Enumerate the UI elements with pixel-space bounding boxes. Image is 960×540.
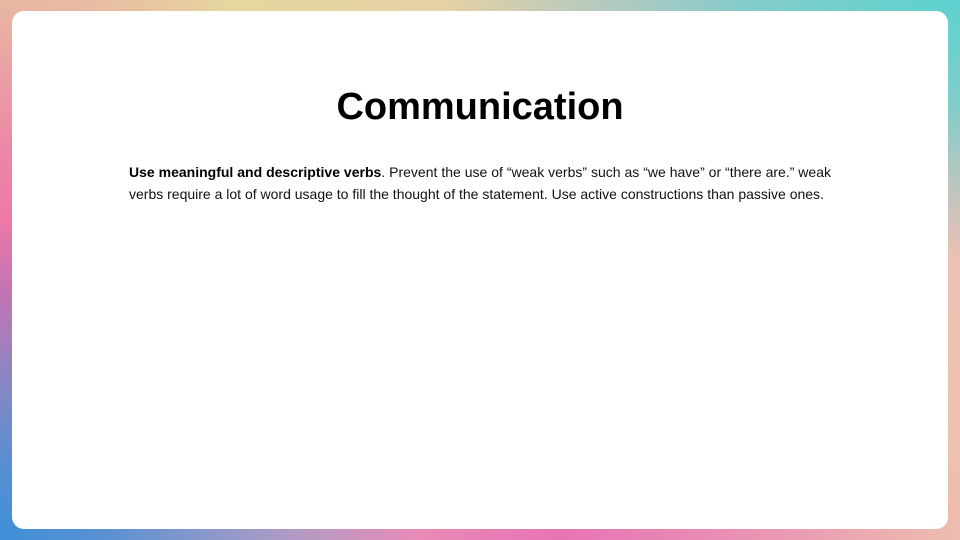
paragraph-lead: Use meaningful and descriptive verbs xyxy=(129,164,382,180)
slide-card: Communication Use meaningful and descrip… xyxy=(12,11,948,529)
body-paragraph: Use meaningful and descriptive verbs. Pr… xyxy=(129,162,831,205)
slide-title: Communication xyxy=(336,86,624,128)
